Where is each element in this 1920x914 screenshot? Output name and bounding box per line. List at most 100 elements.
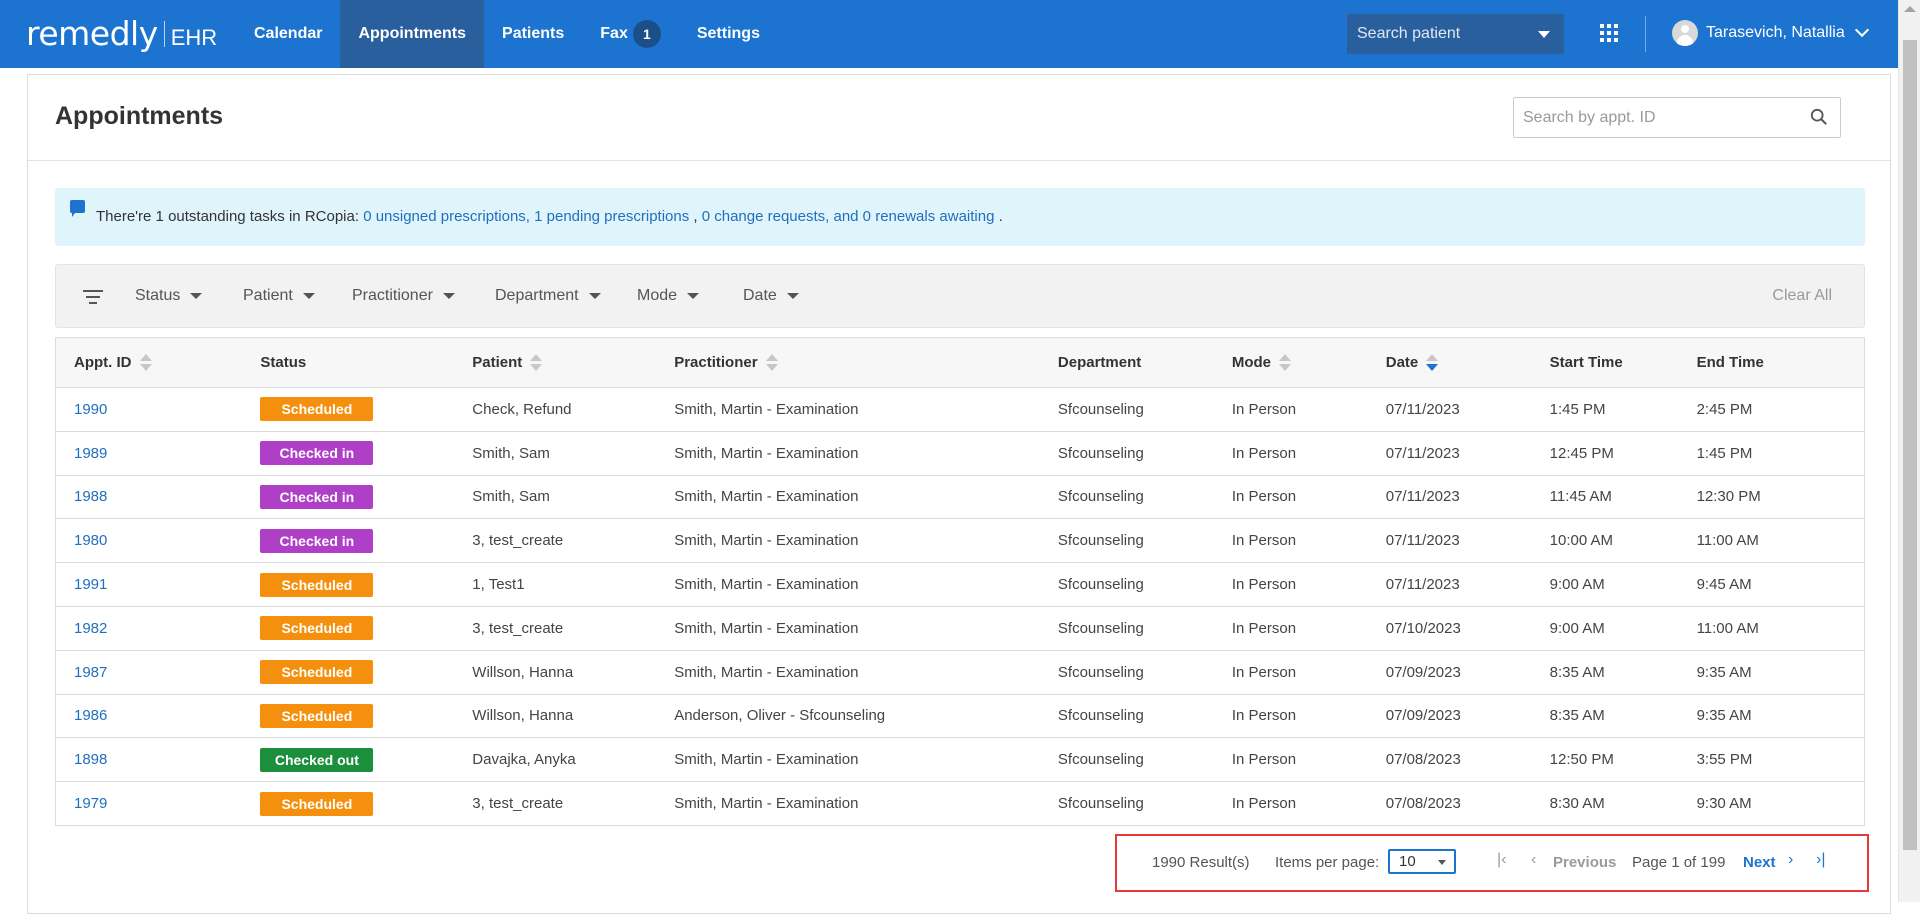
- end-time-cell: 11:00 AM: [1679, 519, 1865, 563]
- filter-department[interactable]: Department: [495, 287, 601, 305]
- appt-id-link[interactable]: 1991: [74, 576, 107, 593]
- nav-calendar[interactable]: Calendar: [236, 0, 340, 68]
- practitioner-cell: Smith, Martin - Examination: [656, 782, 1040, 826]
- table-row[interactable]: 1982 Scheduled 3, test_create Smith, Martin…: [55, 606, 1865, 650]
- chevron-right-icon[interactable]: ›: [1788, 851, 1793, 869]
- user-name: Tarasevich, Natallia: [1706, 24, 1845, 41]
- search-icon[interactable]: [1810, 108, 1828, 126]
- patient-search-dropdown[interactable]: Search patient: [1347, 14, 1564, 54]
- nav-patients[interactable]: Patients: [484, 0, 582, 68]
- alert-prefix: There're 1 outstanding tasks in RCopia:: [96, 208, 364, 225]
- appt-id-link[interactable]: 1980: [74, 532, 107, 549]
- items-per-page-value: 10: [1399, 853, 1416, 870]
- filter-date-label: Date: [743, 287, 777, 304]
- department-cell: Sfcounseling: [1040, 475, 1214, 519]
- col-status: Status: [242, 338, 454, 388]
- status-badge: Checked in: [260, 528, 374, 553]
- filter-patient[interactable]: Patient: [243, 287, 315, 305]
- items-per-page-select[interactable]: 10: [1388, 849, 1456, 874]
- status-cell: Scheduled: [242, 606, 454, 650]
- filter-mode[interactable]: Mode: [637, 287, 700, 305]
- sort-icon[interactable]: [765, 353, 778, 373]
- logo[interactable]: remedly EHR: [26, 14, 217, 53]
- practitioner-cell: Smith, Martin - Examination: [656, 388, 1040, 432]
- appt-id-link[interactable]: 1987: [74, 664, 107, 681]
- department-cell: Sfcounseling: [1040, 782, 1214, 826]
- date-cell: 07/11/2023: [1368, 475, 1532, 519]
- table-row[interactable]: 1980 Checked in 3, test_create Smith, Marti…: [55, 518, 1865, 563]
- clear-all-button[interactable]: Clear All: [1772, 287, 1832, 305]
- col-date[interactable]: Date: [1368, 338, 1532, 388]
- status-badge: Scheduled: [260, 660, 374, 685]
- patient-cell-text: Smith, Sam: [472, 488, 550, 506]
- appt-id-link[interactable]: 1982: [74, 620, 107, 637]
- page-scrollbar[interactable]: [1898, 0, 1920, 902]
- caret-down-icon: [190, 293, 203, 299]
- last-page-icon[interactable]: ›|: [1816, 851, 1825, 869]
- sort-icon[interactable]: [1279, 353, 1291, 373]
- apps-grid-icon[interactable]: [1600, 24, 1618, 42]
- nav-fax[interactable]: Fax 1: [582, 0, 679, 68]
- alert-text: There're 1 outstanding tasks in RCopia: …: [96, 208, 1003, 225]
- appt-id-link[interactable]: 1990: [74, 401, 107, 418]
- col-practitioner[interactable]: Practitioner: [656, 338, 1040, 388]
- mode-cell: In Person: [1214, 388, 1368, 432]
- filter-status[interactable]: Status: [135, 287, 203, 305]
- date-cell-text: 07/08/2023: [1385, 751, 1461, 769]
- end-time-cell: 9:30 AM: [1679, 782, 1865, 826]
- col-appt-id-label: Appt. ID: [74, 353, 132, 371]
- next-button[interactable]: Next: [1743, 854, 1776, 871]
- appt-id-cell: 1980: [56, 519, 243, 563]
- filter-practitioner[interactable]: Practitioner: [352, 287, 455, 305]
- scroll-thumb[interactable]: [1903, 40, 1917, 850]
- filter-icon[interactable]: [83, 290, 103, 304]
- status-cell: Checked in: [242, 475, 454, 519]
- date-cell-text: 07/11/2023: [1385, 444, 1460, 462]
- prescriptions-link[interactable]: 0 unsigned prescriptions, 1 pending pres…: [363, 208, 689, 225]
- end-time-cell-text: 11:00 AM: [1696, 619, 1759, 637]
- filter-practitioner-label: Practitioner: [352, 287, 433, 304]
- start-time-cell: 12:45 PM: [1532, 431, 1679, 475]
- table-row[interactable]: 1989 Checked in Smith, Sam Smith, Martin - …: [55, 431, 1865, 475]
- caret-down-icon: [442, 293, 455, 299]
- user-menu[interactable]: Tarasevich, Natallia: [1672, 20, 1869, 46]
- department-cell-text: Sfcounseling: [1057, 619, 1144, 637]
- date-cell-text: 07/10/2023: [1385, 619, 1461, 637]
- filter-date[interactable]: Date: [743, 287, 799, 305]
- sort-desc-icon[interactable]: [1426, 353, 1439, 373]
- patient-cell: Smith, Sam: [454, 475, 656, 519]
- patient-cell: 3, test_create: [454, 519, 656, 563]
- nav-settings[interactable]: Settings: [679, 0, 778, 68]
- col-patient[interactable]: Patient: [454, 338, 656, 388]
- appt-id-link[interactable]: 1898: [74, 751, 107, 768]
- table-row[interactable]: 1990 Scheduled Check, Refund Smith, Martin …: [55, 387, 1865, 432]
- table-row[interactable]: 1988 Checked in Smith, Sam Smith, Martin - …: [55, 475, 1865, 519]
- table-row[interactable]: 1986 Scheduled Willson, Hanna Anderson, Oli…: [55, 694, 1865, 738]
- sort-icon[interactable]: [530, 353, 543, 373]
- table-row[interactable]: 1979 Scheduled 3, test_create Smith, Martin…: [55, 781, 1865, 826]
- table-row[interactable]: 1898 Checked out Davajka, Anyka Smith, Mart…: [55, 737, 1865, 782]
- appt-id-link[interactable]: 1989: [74, 445, 107, 462]
- col-mode[interactable]: Mode: [1214, 338, 1368, 388]
- end-time-cell: 9:35 AM: [1679, 650, 1865, 694]
- patient-cell-text: Smith, Sam: [472, 444, 550, 462]
- sort-icon[interactable]: [139, 353, 152, 373]
- scroll-up-arrow-icon[interactable]: [1904, 6, 1916, 12]
- appt-id-link[interactable]: 1988: [74, 488, 107, 505]
- mode-cell-text: In Person: [1231, 751, 1297, 769]
- nav-appointments[interactable]: Appointments: [340, 0, 485, 68]
- start-time-cell: 9:00 AM: [1532, 606, 1679, 650]
- table-row[interactable]: 1987 Scheduled Willson, Hanna Smith, Martin…: [55, 650, 1865, 694]
- nav-settings-label: Settings: [696, 25, 760, 42]
- change-requests-link[interactable]: 0 change requests, and 0 renewals awaiti…: [702, 208, 995, 225]
- table-row[interactable]: 1991 Scheduled 1, Test1 Smith, Martin - Exa…: [55, 562, 1865, 607]
- appt-id-cell: 1991: [56, 563, 243, 607]
- mode-cell-text: In Person: [1231, 707, 1297, 725]
- practitioner-cell: Smith, Martin - Examination: [656, 650, 1040, 694]
- chevron-left-icon: ‹: [1531, 851, 1537, 868]
- appt-id-search-input[interactable]: [1513, 97, 1841, 138]
- appt-id-link[interactable]: 1979: [74, 795, 107, 812]
- start-time-cell: 1:45 PM: [1532, 388, 1679, 432]
- appt-id-link[interactable]: 1986: [74, 707, 107, 724]
- col-appt-id[interactable]: Appt. ID: [56, 338, 243, 388]
